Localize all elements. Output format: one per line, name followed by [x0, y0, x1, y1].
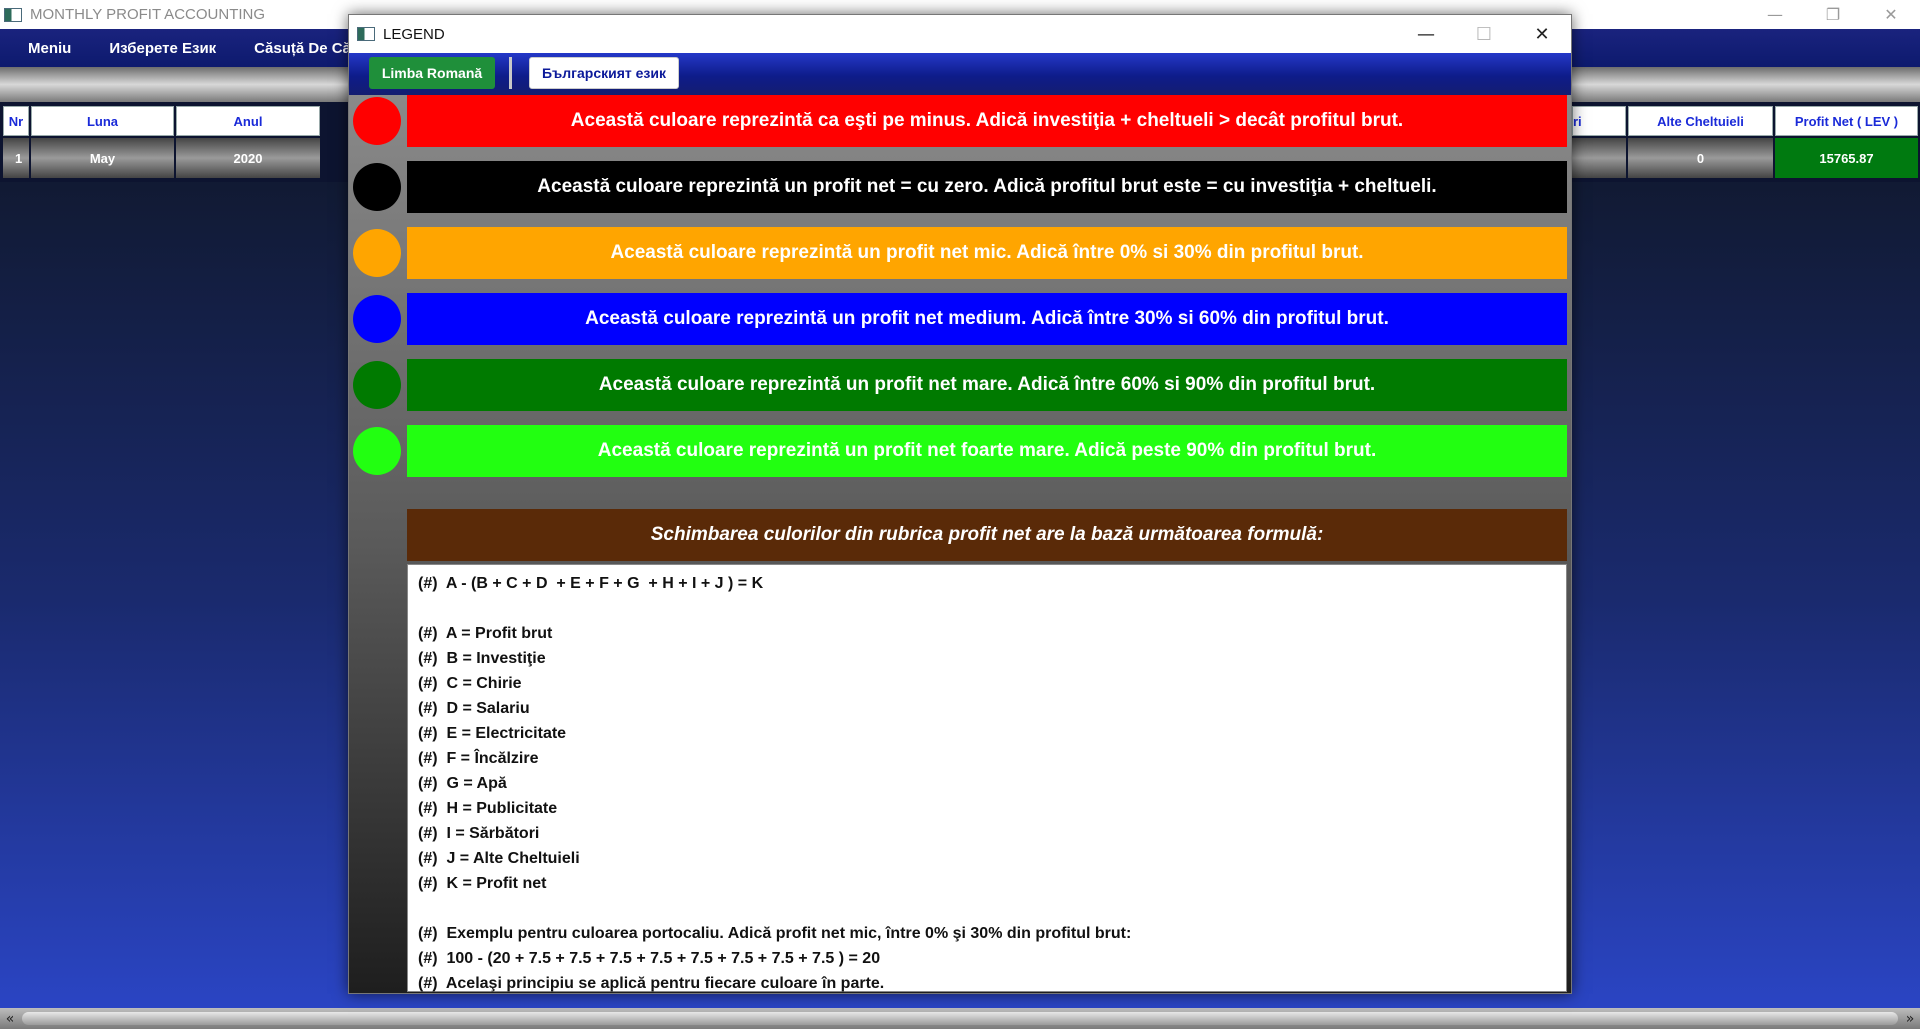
- column-header-profit-net[interactable]: Profit Net ( LEV ): [1775, 106, 1918, 136]
- horizontal-scrollbar[interactable]: « »: [0, 1008, 1920, 1029]
- formula-line: (#) A - (B + C + D + E + F + G + H + I +…: [418, 575, 764, 592]
- main-close-button[interactable]: ✕: [1862, 0, 1920, 29]
- cell-sarbatori[interactable]: [1572, 138, 1626, 178]
- formula-line: (#) 100 - (20 + 7.5 + 7.5 + 7.5 + 7.5 + …: [418, 950, 881, 967]
- legend-window-controls: — ☐ ✕: [1397, 15, 1571, 53]
- formula-text-box: (#) A - (B + C + D + E + F + G + H + I +…: [407, 564, 1567, 992]
- orange-circle-icon: [353, 229, 401, 277]
- language-bar: Limba Romană Българският език: [349, 53, 1571, 95]
- legend-row-orange: Această culoare reprezintă un profit net…: [349, 227, 1571, 279]
- scroll-left-icon[interactable]: «: [0, 1008, 20, 1029]
- cell-alte-cheltuieli[interactable]: 0: [1628, 138, 1773, 178]
- main-window-title: MONTHLY PROFIT ACCOUNTING: [30, 6, 266, 23]
- formula-line: (#) H = Publicitate: [418, 800, 558, 817]
- legend-bar-black: Această culoare reprezintă un profit net…: [407, 161, 1567, 213]
- legend-bar-green: Această culoare reprezintă un profit net…: [407, 359, 1567, 411]
- legend-row-black: Această culoare reprezintă un profit net…: [349, 161, 1571, 213]
- legend-bar-orange: Această culoare reprezintă un profit net…: [407, 227, 1567, 279]
- main-window-controls: — ❐ ✕: [1746, 0, 1920, 29]
- formula-line: (#) G = Apă: [418, 775, 507, 792]
- column-header-nr[interactable]: Nr: [3, 106, 29, 136]
- cell-luna[interactable]: May: [31, 138, 174, 178]
- language-separator: [509, 57, 512, 89]
- red-circle-icon: [353, 97, 401, 145]
- main-restore-button[interactable]: ❐: [1804, 0, 1862, 29]
- formula-line: (#) C = Chirie: [418, 675, 522, 692]
- legend-body: Această culoare reprezintă ca eşti pe mi…: [349, 95, 1571, 993]
- scrollbar-thumb[interactable]: [22, 1012, 1898, 1025]
- formula-line: [418, 596, 1556, 621]
- app-window-icon: [4, 7, 22, 22]
- legend-titlebar: LEGEND — ☐ ✕: [349, 15, 1571, 53]
- cell-nr[interactable]: 1: [3, 138, 29, 178]
- menu-item-language[interactable]: Изберете Език: [109, 40, 216, 57]
- formula-line: (#) K = Profit net: [418, 875, 547, 892]
- legend-bar-lime: Această culoare reprezintă un profit net…: [407, 425, 1567, 477]
- formula-line: (#) Acelaşi principiu se aplică pentru f…: [418, 975, 885, 992]
- legend-row-blue: Această culoare reprezintă un profit net…: [349, 293, 1571, 345]
- menu-item-meniu[interactable]: Meniu: [28, 40, 71, 57]
- formula-line: (#) E = Electricitate: [418, 725, 567, 742]
- legend-bar-blue: Această culoare reprezintă un profit net…: [407, 293, 1567, 345]
- formula-line: (#) D = Salariu: [418, 700, 530, 717]
- column-header-alte-cheltuieli[interactable]: Alte Cheltuieli: [1628, 106, 1773, 136]
- lime-circle-icon: [353, 427, 401, 475]
- formula-line: (#) F = Încălzire: [418, 750, 539, 767]
- cell-profit-net[interactable]: 15765.87: [1775, 138, 1918, 178]
- legend-title: LEGEND: [383, 25, 445, 43]
- green-circle-icon: [353, 361, 401, 409]
- formula-line: (#) J = Alte Cheltuieli: [418, 850, 580, 867]
- legend-row-red: Această culoare reprezintă ca eşti pe mi…: [349, 95, 1571, 147]
- formula-title: Schimbarea culorilor din rubrica profit …: [407, 509, 1567, 561]
- column-header-anul[interactable]: Anul: [176, 106, 320, 136]
- scroll-right-icon[interactable]: »: [1900, 1008, 1920, 1029]
- formula-line: (#) B = Investiţie: [418, 650, 546, 667]
- column-header-luna[interactable]: Luna: [31, 106, 174, 136]
- legend-maximize-button: ☐: [1475, 23, 1493, 45]
- legend-row-green: Această culoare reprezintă un profit net…: [349, 359, 1571, 411]
- legend-close-button[interactable]: ✕: [1513, 15, 1571, 53]
- legend-bar-red: Această culoare reprezintă ca eşti pe mi…: [407, 95, 1567, 147]
- main-minimize-button[interactable]: —: [1746, 0, 1804, 29]
- legend-row-lime: Această culoare reprezintă un profit net…: [349, 425, 1571, 477]
- menu-item-box[interactable]: Căsuță De Că: [254, 40, 351, 57]
- column-header-sarbatori[interactable]: ri: [1572, 106, 1626, 136]
- formula-line: (#) A = Profit brut: [418, 625, 553, 642]
- legend-minimize-button[interactable]: —: [1397, 15, 1455, 53]
- cell-anul[interactable]: 2020: [176, 138, 320, 178]
- black-circle-icon: [353, 163, 401, 211]
- formula-line: (#) Exemplu pentru culoarea portocaliu. …: [418, 925, 1132, 942]
- bulgarian-language-button[interactable]: Българският език: [529, 57, 679, 89]
- formula-line: (#) I = Sărbători: [418, 825, 540, 842]
- legend-dialog: LEGEND — ☐ ✕ Limba Romană Българският ез…: [348, 14, 1572, 994]
- formula-line: [418, 896, 1556, 921]
- romanian-language-button[interactable]: Limba Romană: [369, 57, 495, 89]
- blue-circle-icon: [353, 295, 401, 343]
- legend-window-icon: [357, 27, 375, 41]
